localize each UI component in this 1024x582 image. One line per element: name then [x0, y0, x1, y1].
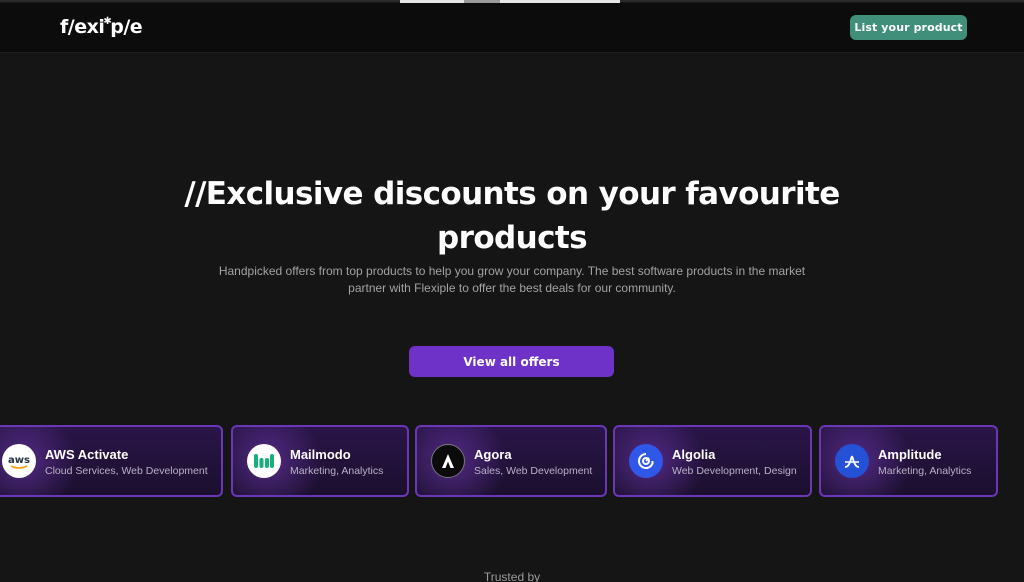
offer-card-algolia[interactable]: Algolia Web Development, Design — [613, 425, 812, 497]
offer-card-agora[interactable]: Agora Sales, Web Development — [415, 425, 607, 497]
agora-logo-icon — [431, 444, 465, 478]
trusted-by-heading: Trusted by — [483, 570, 541, 582]
offer-tags: Web Development, Design — [672, 465, 797, 477]
mailmodo-logo-icon — [247, 444, 281, 478]
algolia-logo-icon — [629, 444, 663, 478]
view-all-offers-button[interactable]: View all offers — [409, 346, 614, 377]
list-product-button[interactable]: List your product — [850, 15, 967, 40]
browser-top-strip — [0, 0, 1024, 3]
offer-tags: Marketing, Analytics — [878, 465, 972, 477]
hero-title: //Exclusive discounts on your favourite … — [150, 172, 874, 260]
flexiple-logo[interactable]: f/exi✱p/e — [60, 16, 143, 38]
hero-subtitle: Handpicked offers from top products to h… — [218, 264, 806, 295]
amplitude-logo-icon — [835, 444, 869, 478]
page: f/exi✱p/e List your product //Exclusive … — [0, 0, 1024, 582]
offer-name: Agora — [474, 447, 512, 462]
offer-tags: Sales, Web Development — [474, 465, 593, 477]
offer-card-mailmodo[interactable]: Mailmodo Marketing, Analytics — [231, 425, 409, 497]
site-header: f/exi✱p/e List your product — [0, 3, 1024, 53]
offer-name: Algolia — [672, 447, 716, 462]
offer-tags: Marketing, Analytics — [290, 465, 384, 477]
offer-name: Mailmodo — [290, 447, 351, 462]
offer-name: AWS Activate — [45, 447, 129, 462]
svg-text:aws: aws — [8, 455, 30, 466]
offer-tags: Cloud Services, Web Development — [45, 465, 208, 477]
hero-title-line2: products — [437, 220, 587, 256]
offer-card-amplitude[interactable]: Amplitude Marketing, Analytics — [819, 425, 998, 497]
star-icon: ✱ — [103, 16, 112, 27]
hero-title-line1: //Exclusive discounts on your favourite — [184, 176, 840, 212]
offer-card-aws-activate[interactable]: aws AWS Activate Cloud Services, Web Dev… — [0, 425, 223, 497]
aws-logo-icon: aws — [2, 444, 36, 478]
offer-name: Amplitude — [878, 447, 942, 462]
